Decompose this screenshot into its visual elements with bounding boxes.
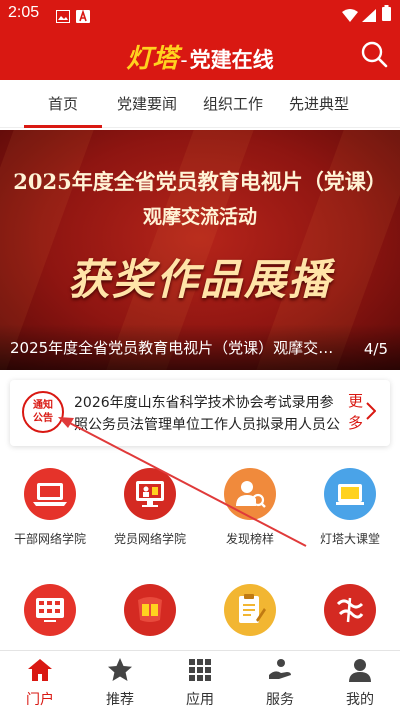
grid-label: 灯塔大课堂	[319, 532, 380, 546]
grid-label: 党员网络学院	[113, 532, 186, 546]
app-header: 2:05 灯塔 -党建在线	[0, 0, 400, 80]
apps-grid-icon	[189, 659, 211, 681]
grid-item-member-academy[interactable]: 党员网络学院	[100, 468, 200, 547]
person-search-icon	[224, 468, 276, 520]
star-icon	[108, 658, 132, 681]
lighthouse-voice-icon	[124, 584, 176, 636]
home-icon	[28, 659, 52, 681]
grid-item-find-models[interactable]: 发现榜样	[200, 468, 300, 547]
tab-home[interactable]: 首页	[24, 80, 102, 128]
nav-portal[interactable]: 门户	[0, 651, 80, 711]
user-icon	[349, 659, 371, 682]
banner-carousel[interactable]: 2025年度全省党员教育电视片（党课） 观摩交流活动 获奖作品展播 2025年度…	[0, 130, 400, 370]
monitor-podium-icon	[124, 468, 176, 520]
tab-bar: 首页 党建要闻 组织工作 先进典型	[0, 80, 400, 128]
app-logo: 灯塔	[126, 44, 179, 74]
nav-label: 推荐	[106, 692, 134, 708]
grid-item-lighthouse-classroom[interactable]: 灯塔大课堂	[300, 468, 400, 547]
tab-label: 组织工作	[202, 95, 263, 113]
study-calligraphy-icon	[324, 584, 376, 636]
notice-headline[interactable]: 2026年度山东省科学技术协会考试录用参照公务员法管理单位工作人员拟录用人员公示	[74, 392, 342, 440]
grid-item-lighthouse-voice[interactable]	[100, 584, 200, 646]
grid-item-clipboard[interactable]	[200, 584, 300, 646]
tab-label: 先进典型	[288, 95, 349, 113]
banner-subheadline: 观摩交流活动	[142, 206, 257, 228]
service-grid-row: 干部网络学院 党员网络学院 发现榜样 灯塔大课堂	[0, 468, 400, 547]
banner-title-art: 获奖作品展播	[67, 255, 332, 304]
search-icon	[361, 41, 388, 68]
font-notification-icon	[76, 8, 90, 27]
battery-icon	[382, 5, 391, 25]
grid-item-screen[interactable]	[0, 584, 100, 646]
laptop-icon	[24, 468, 76, 520]
nav-mine[interactable]: 我的	[320, 651, 400, 711]
nav-label: 应用	[186, 692, 214, 708]
tab-label: 党建要闻	[116, 95, 177, 113]
grid-label: 干部网络学院	[13, 532, 86, 546]
notice-more-link[interactable]: 更多	[348, 390, 366, 434]
stamp-line: 通知	[33, 400, 53, 411]
notice-card[interactable]: 通知 公告 2026年度山东省科学技术协会考试录用参照公务员法管理单位工作人员拟…	[10, 380, 390, 446]
screen-grid-icon	[24, 584, 76, 636]
grid-item-study[interactable]	[300, 584, 400, 646]
wifi-icon	[342, 7, 358, 26]
app-title: 灯塔 -党建在线	[0, 38, 400, 75]
signal-icon	[362, 7, 376, 26]
nav-label: 我的	[346, 692, 374, 708]
nav-label: 门户	[26, 692, 54, 708]
tab-advanced-models[interactable]: 先进典型	[286, 80, 352, 128]
clipboard-pen-icon	[224, 584, 276, 636]
app-subtitle: 党建在线	[189, 47, 274, 72]
banner-headline: 2025年度全省党员教育电视片（党课）	[13, 169, 387, 194]
service-hand-icon	[269, 659, 291, 679]
tab-party-news[interactable]: 党建要闻	[114, 80, 180, 128]
stamp-line: 公告	[33, 413, 53, 424]
banner-caption: 2025年度全省党员教育电视片（党课）观摩交流活动获奖作品展播	[10, 339, 340, 357]
nav-label: 服务	[266, 692, 294, 708]
banner-page-indicator: 4/5	[363, 340, 388, 358]
chevron-right-icon[interactable]	[366, 402, 377, 424]
grid-item-cadre-academy[interactable]: 干部网络学院	[0, 468, 100, 547]
image-notification-icon	[56, 8, 70, 27]
book-stand-icon	[324, 468, 376, 520]
status-bar: 2:05	[0, 0, 400, 28]
nav-recommend[interactable]: 推荐	[80, 651, 160, 711]
tab-label: 首页	[47, 95, 78, 113]
status-time: 2:05	[8, 4, 40, 21]
nav-service[interactable]: 服务	[240, 651, 320, 711]
title-dash: -	[180, 48, 188, 72]
grid-label: 发现榜样	[225, 532, 274, 546]
notice-stamp: 通知 公告	[22, 391, 64, 433]
nav-apps[interactable]: 应用	[160, 651, 240, 711]
bottom-navigation: 门户 推荐 应用 服务 我的	[0, 650, 400, 711]
search-button[interactable]	[360, 40, 388, 68]
service-grid-row	[0, 584, 400, 646]
tab-organization-work[interactable]: 组织工作	[200, 80, 266, 128]
